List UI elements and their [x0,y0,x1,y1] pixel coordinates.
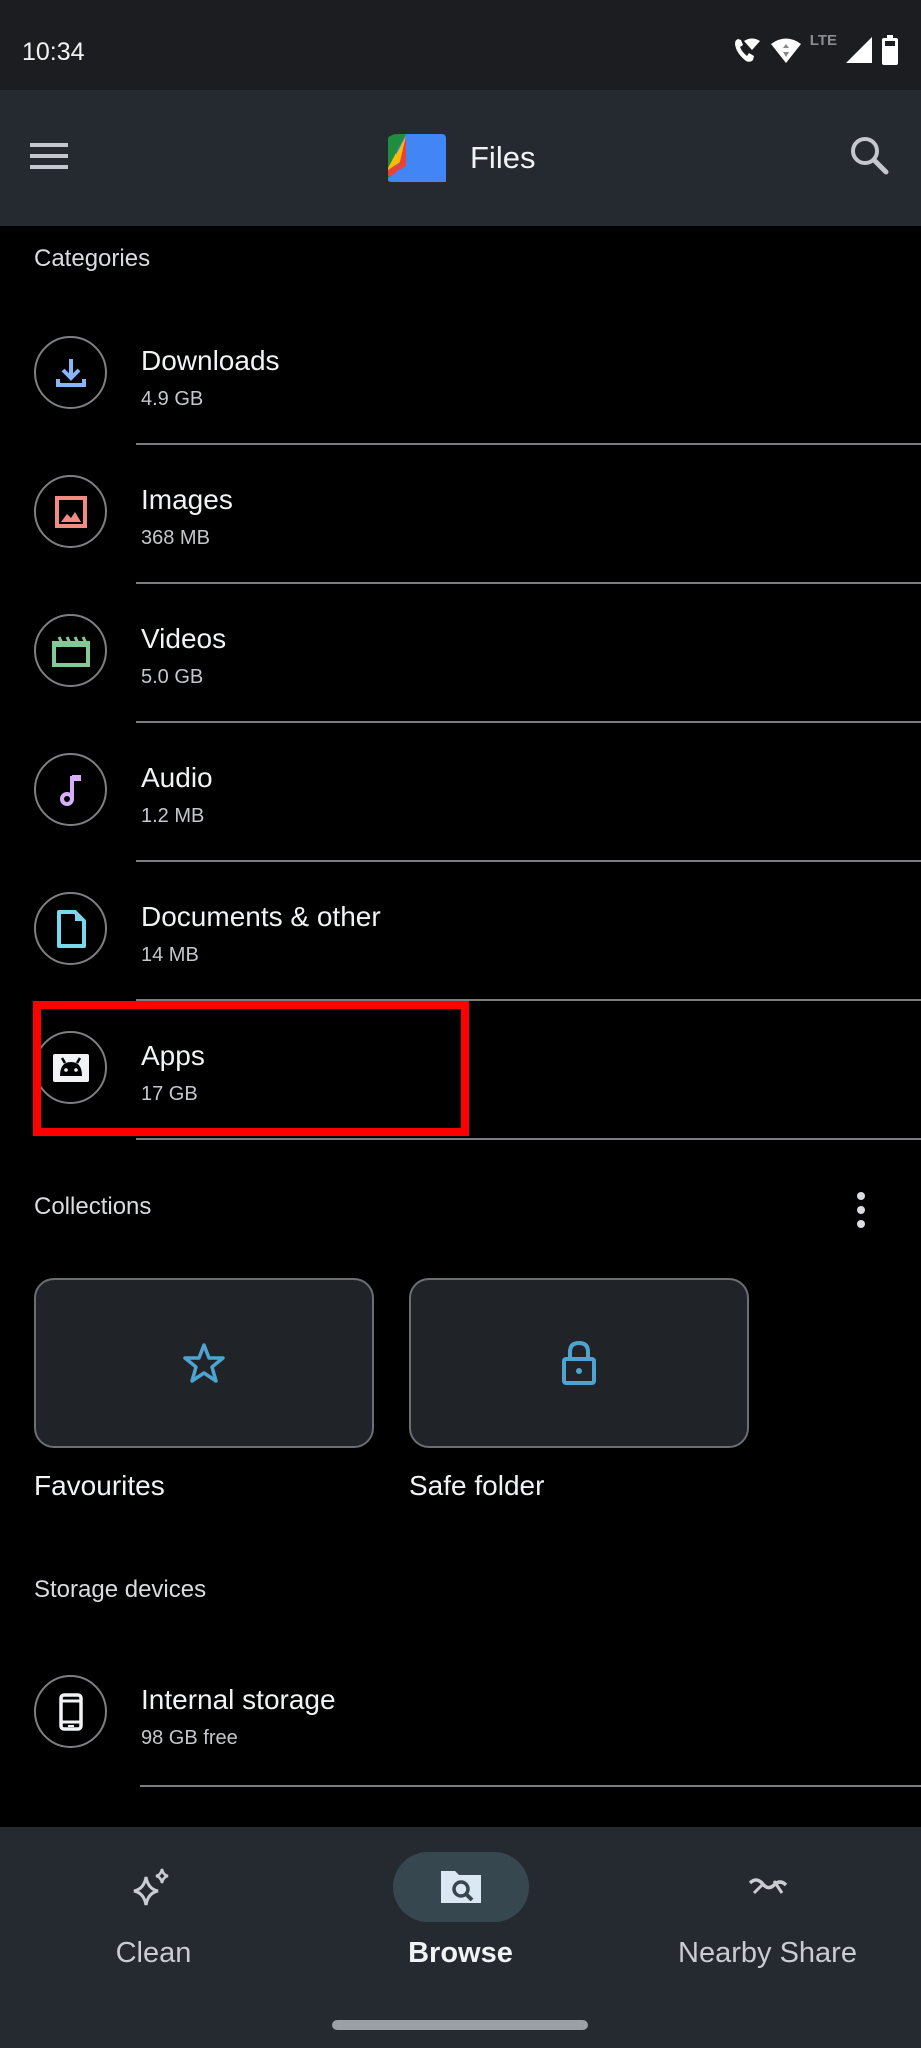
category-size: 368 MB [141,527,210,549]
divider [136,1138,921,1140]
sparkle-icon [133,1868,168,1906]
battery-icon [881,35,899,65]
folder-search-icon [440,1871,481,1903]
search-icon [851,137,889,175]
category-title: Apps [141,1040,205,1071]
lock-icon [562,1340,596,1385]
storage-devices-header: Storage devices [34,1576,207,1603]
safe-folder-card[interactable] [409,1278,749,1448]
wifi-calling-icon [732,35,762,65]
category-documents[interactable]: Documents & other 14 MB [0,861,921,1000]
android-icon [34,1031,107,1104]
category-title: Downloads [141,345,280,376]
collections-header: Collections [34,1193,152,1220]
menu-button[interactable] [28,138,92,178]
safe-folder-label: Safe folder [409,1470,545,1501]
category-title: Videos [141,623,227,654]
nav-nearby-share[interactable]: Nearby Share [614,1827,921,1987]
category-size: 1.2 MB [141,805,205,827]
phone-icon [34,1675,107,1748]
nav-browse[interactable]: Browse [307,1827,614,1987]
star-icon [183,1343,225,1383]
category-size: 5.0 GB [141,666,204,688]
music-note-icon [34,753,107,826]
divider [140,1785,921,1787]
favourites-card[interactable] [34,1278,374,1448]
collections-more-button[interactable] [846,1186,876,1234]
category-title: Audio [141,762,213,793]
app-bar: Files [0,90,921,226]
nav-clean[interactable]: Clean [0,1827,307,1987]
document-icon [34,892,107,965]
storage-title: Internal storage [141,1684,336,1715]
nav-label: Clean [115,1937,192,1969]
internal-storage-item[interactable]: Internal storage 98 GB free [0,1644,921,1783]
category-title: Images [141,484,233,515]
network-type: LTE [809,32,837,49]
status-bar: 10:34 LTE [0,0,921,90]
category-apps[interactable]: Apps 17 GB [0,1000,921,1139]
category-images[interactable]: Images 368 MB [0,444,921,583]
nearby-share-icon [748,1878,787,1895]
category-downloads[interactable]: Downloads 4.9 GB [0,305,921,444]
category-audio[interactable]: Audio 1.2 MB [0,722,921,861]
signal-icon [845,36,873,64]
image-icon [34,475,107,548]
status-time: 10:34 [22,38,85,66]
status-icons: LTE [732,32,899,66]
category-title: Documents & other [141,901,381,932]
bottom-navigation: Clean Browse Nearby Share [0,1827,921,2048]
active-nav-pill [392,1852,529,1922]
hamburger-menu-icon [30,143,68,169]
download-icon [34,336,107,409]
storage-free: 98 GB free [141,1727,238,1749]
category-size: 17 GB [141,1083,198,1105]
video-clapper-icon [34,614,107,687]
home-indicator[interactable] [332,2020,588,2030]
nav-label: Nearby Share [678,1937,857,1969]
files-logo-icon [386,132,450,184]
favourites-label: Favourites [34,1470,165,1501]
search-button[interactable] [846,132,894,180]
category-size: 14 MB [141,944,199,966]
more-vert-icon [857,1192,865,1200]
wifi-icon [770,36,802,64]
categories-header: Categories [34,245,151,272]
category-size: 4.9 GB [141,388,204,410]
app-title: Files [470,140,536,175]
category-videos[interactable]: Videos 5.0 GB [0,583,921,722]
nav-label: Browse [408,1937,513,1969]
